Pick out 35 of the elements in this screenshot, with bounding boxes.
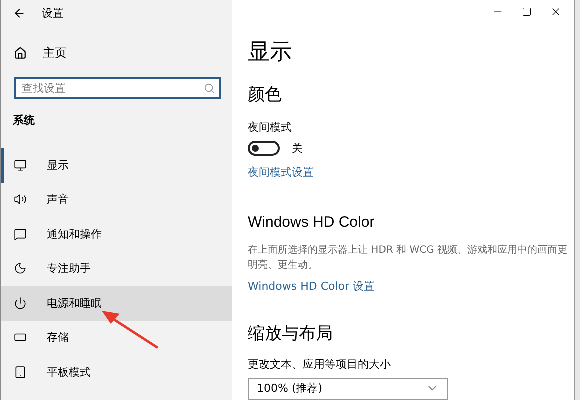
scale-dropdown[interactable]: 100% (推荐)	[248, 378, 448, 400]
window-title: 设置	[42, 6, 64, 20]
section-heading: 缩放与布局	[248, 322, 334, 345]
section-heading: Windows HD Color	[248, 214, 376, 231]
maximize-button[interactable]	[522, 7, 532, 18]
night-mode-settings-link[interactable]: 夜间模式设置	[248, 164, 314, 180]
hd-color-settings-link[interactable]: Windows HD Color 设置	[248, 278, 376, 294]
section-heading: 系统	[13, 113, 36, 128]
search-icon	[204, 82, 215, 94]
sidebar-item[interactable]: 存储	[1, 320, 232, 355]
back-arrow-icon	[13, 6, 26, 20]
search-field[interactable]: 查找设置	[14, 77, 221, 99]
search-input[interactable]: 查找设置	[20, 80, 204, 96]
speaker-icon	[14, 193, 27, 206]
setting-label: 更改文本、应用等项目的大小	[248, 356, 392, 372]
home-icon	[14, 46, 27, 60]
sidebar-item[interactable]: 专注助手	[1, 252, 232, 286]
maximize-icon	[522, 7, 532, 18]
moon-icon	[14, 262, 27, 276]
toggle-state-text: 关	[292, 140, 303, 156]
sidebar-item[interactable]: 平板模式	[1, 355, 232, 390]
message-icon	[14, 228, 27, 241]
monitor-icon	[14, 158, 27, 172]
section-heading: 颜色	[248, 84, 283, 106]
sidebar-item[interactable]: 声音	[1, 182, 232, 217]
sidebar-item[interactable]: 通知和操作	[1, 217, 232, 252]
power-icon	[14, 296, 27, 310]
night-mode-toggle[interactable]	[248, 140, 280, 156]
description-text: 在上面所选择的显示器上让 HDR 和 WCG 视频、游戏和应用中的画面更明亮、更生动。	[248, 244, 568, 274]
tablet-icon	[14, 366, 27, 379]
sidebar-item[interactable]: 电源和睡眠	[1, 286, 232, 320]
setting-label: 夜间模式	[248, 120, 293, 135]
back-button[interactable]	[13, 6, 26, 20]
page-title: 显示	[248, 38, 293, 67]
home-link[interactable]: 主页	[1, 42, 232, 64]
